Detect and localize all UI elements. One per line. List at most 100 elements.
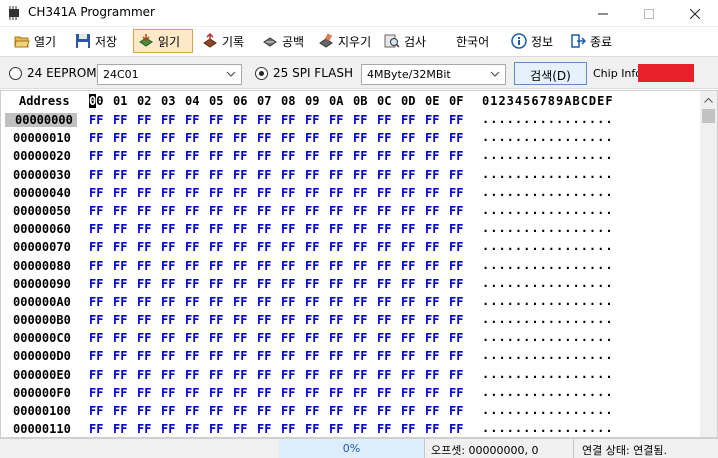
hex-byte[interactable]: FF [137,386,151,400]
hex-byte[interactable]: FF [185,222,199,236]
hex-byte[interactable]: FF [137,186,151,200]
hex-byte[interactable]: FF [113,313,127,327]
hex-byte[interactable]: FF [329,368,343,382]
hex-byte[interactable]: FF [113,368,127,382]
hex-byte[interactable]: FF [113,422,127,436]
hex-byte[interactable]: FF [89,368,103,382]
hex-byte[interactable]: FF [113,204,127,218]
detect-button[interactable]: 검색(D) [514,62,587,85]
hex-byte[interactable]: FF [425,186,439,200]
hex-byte[interactable]: FF [233,404,247,418]
hex-byte[interactable]: FF [425,240,439,254]
hex-byte[interactable]: FF [161,368,175,382]
hex-byte[interactable]: FF [113,349,127,363]
hex-byte[interactable]: FF [281,368,295,382]
hex-byte[interactable]: FF [161,259,175,273]
hex-byte[interactable]: FF [353,240,367,254]
hex-byte[interactable]: FF [185,113,199,127]
hex-byte[interactable]: FF [329,277,343,291]
hex-byte[interactable]: FF [425,422,439,436]
hex-byte[interactable]: FF [401,422,415,436]
hex-byte[interactable]: FF [137,331,151,345]
hex-byte[interactable]: FF [161,149,175,163]
ascii-text[interactable]: ................ [482,330,614,344]
hex-byte[interactable]: FF [185,149,199,163]
hex-byte[interactable]: FF [449,368,463,382]
hex-byte[interactable]: FF [305,331,319,345]
row-address[interactable]: 00000080 [13,259,71,273]
row-address[interactable]: 000000E0 [13,368,71,382]
hex-byte[interactable]: FF [305,404,319,418]
hex-byte[interactable]: FF [257,368,271,382]
hex-byte[interactable]: FF [401,240,415,254]
hex-byte[interactable]: FF [113,386,127,400]
hex-byte[interactable]: FF [377,295,391,309]
language-button[interactable]: 한국어 [452,29,493,53]
hex-byte[interactable]: FF [257,331,271,345]
hex-byte[interactable]: FF [137,240,151,254]
hex-byte[interactable]: FF [89,313,103,327]
hex-byte[interactable]: FF [89,404,103,418]
scroll-up-button[interactable] [700,91,717,108]
hex-byte[interactable]: FF [425,313,439,327]
hex-byte[interactable]: FF [233,204,247,218]
row-address[interactable]: 000000D0 [13,349,71,363]
hex-byte[interactable]: FF [401,404,415,418]
hex-byte[interactable]: FF [401,204,415,218]
hex-byte[interactable]: FF [209,149,223,163]
hex-byte[interactable]: FF [353,295,367,309]
hex-byte[interactable]: FF [89,259,103,273]
hex-byte[interactable]: FF [353,259,367,273]
hex-byte[interactable]: FF [377,349,391,363]
hex-byte[interactable]: FF [161,422,175,436]
hex-byte[interactable]: FF [209,368,223,382]
hex-byte[interactable]: FF [401,259,415,273]
hex-byte[interactable]: FF [113,331,127,345]
hex-byte[interactable]: FF [401,313,415,327]
hex-byte[interactable]: FF [185,349,199,363]
hex-byte[interactable]: FF [449,404,463,418]
hex-byte[interactable]: FF [353,386,367,400]
hex-byte[interactable]: FF [425,295,439,309]
save-button[interactable]: 저장 [71,29,121,53]
hex-byte[interactable]: FF [113,259,127,273]
hex-byte[interactable]: FF [377,331,391,345]
hex-byte[interactable]: FF [257,422,271,436]
hex-byte[interactable]: FF [89,204,103,218]
hex-byte[interactable]: FF [329,422,343,436]
hex-byte[interactable]: FF [281,259,295,273]
hex-byte[interactable]: FF [401,368,415,382]
hex-byte[interactable]: FF [89,331,103,345]
hex-byte[interactable]: FF [425,113,439,127]
hex-byte[interactable]: FF [257,386,271,400]
spi-flash-radio[interactable] [255,67,268,80]
hex-byte[interactable]: FF [233,368,247,382]
hex-byte[interactable]: FF [233,222,247,236]
hex-byte[interactable]: FF [449,277,463,291]
hex-byte[interactable]: FF [185,168,199,182]
hex-byte[interactable]: FF [233,313,247,327]
hex-byte[interactable]: FF [353,131,367,145]
hex-byte[interactable]: FF [281,404,295,418]
hex-byte[interactable]: FF [209,404,223,418]
hex-byte[interactable]: FF [449,422,463,436]
hex-byte[interactable]: FF [401,222,415,236]
hex-byte[interactable]: FF [401,131,415,145]
hex-byte[interactable]: FF [329,113,343,127]
hex-byte[interactable]: FF [353,168,367,182]
hex-byte[interactable]: FF [161,204,175,218]
hex-byte[interactable]: FF [353,149,367,163]
hex-byte[interactable]: FF [401,295,415,309]
spi-size-select[interactable]: 4MByte/32MBit [361,64,506,85]
hex-byte[interactable]: FF [281,386,295,400]
ascii-text[interactable]: ................ [482,167,614,181]
row-address[interactable]: 00000100 [13,404,71,418]
close-button[interactable] [672,0,718,27]
ascii-text[interactable]: ................ [482,312,614,326]
ascii-text[interactable]: ................ [482,112,614,126]
hex-byte[interactable]: FF [257,259,271,273]
hex-byte[interactable]: FF [377,386,391,400]
ascii-text[interactable]: ................ [482,148,614,162]
write-button[interactable]: 기록 [198,29,248,53]
hex-byte[interactable]: FF [281,422,295,436]
